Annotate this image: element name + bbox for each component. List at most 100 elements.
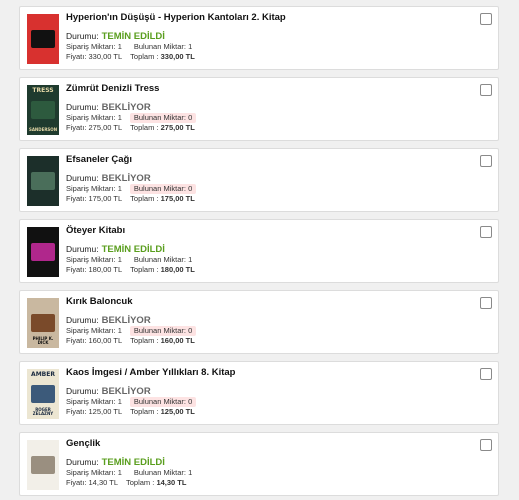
price-label: Fiyatı: bbox=[66, 478, 87, 487]
found-label: Bulunan Miktar: bbox=[133, 326, 186, 335]
price-value: 275,00 TL bbox=[88, 123, 123, 132]
total-value: 125,00 TL bbox=[160, 407, 195, 416]
book-title[interactable]: Öteyer Kitabı bbox=[66, 224, 468, 237]
order-item-info: Öteyer Kitabı Durumu: TEMİN EDİLDİ Sipariş … bbox=[66, 224, 468, 275]
status-line: Durumu: TEMİN EDİLDİ bbox=[66, 456, 468, 468]
book-cover-image: AMBER ROGER ZELAZNY bbox=[27, 369, 59, 419]
total-label: Toplam : bbox=[130, 265, 159, 274]
found-quantity-badge: Bulunan Miktar: 1 bbox=[130, 468, 196, 478]
status-label: Durumu: bbox=[66, 31, 99, 41]
status-line: Durumu: BEKLİYOR bbox=[66, 314, 468, 326]
total-label: Toplam : bbox=[130, 407, 159, 416]
status-line: Durumu: BEKLİYOR bbox=[66, 101, 468, 113]
order-item-card: PHILIP K. DICK Kırık Baloncuk Durumu: BEKLİ… bbox=[19, 290, 499, 354]
ordered-value: 1 bbox=[117, 113, 122, 122]
price-value: 180,00 TL bbox=[88, 265, 123, 274]
total-label: Toplam : bbox=[130, 336, 159, 345]
ordered-value: 1 bbox=[117, 468, 122, 477]
found-label: Bulunan Miktar: bbox=[133, 184, 186, 193]
select-item-checkbox[interactable] bbox=[480, 439, 492, 451]
found-value: 0 bbox=[188, 326, 193, 335]
select-item-checkbox[interactable] bbox=[480, 297, 492, 309]
order-items-list: Hyperion'ın Düşüşü - Hyperion Kantoları … bbox=[0, 0, 519, 500]
found-value: 0 bbox=[188, 397, 193, 406]
found-label: Bulunan Miktar: bbox=[133, 42, 186, 51]
select-item-checkbox[interactable] bbox=[480, 84, 492, 96]
book-title[interactable]: Efsaneler Çağı bbox=[66, 153, 468, 166]
ordered-label: Sipariş Miktarı: bbox=[66, 255, 116, 264]
book-cover-image bbox=[27, 156, 59, 206]
found-label: Bulunan Miktar: bbox=[133, 397, 186, 406]
book-cover-title-text: TRESS bbox=[32, 87, 54, 94]
ordered-value: 1 bbox=[117, 42, 122, 51]
found-value: 0 bbox=[188, 184, 193, 193]
order-item-info: Kaos İmgesi / Amber Yıllıkları 8. Kitap D… bbox=[66, 366, 468, 417]
quantity-row: Sipariş Miktarı: 1 Bulunan Miktar: 0 bbox=[66, 113, 468, 123]
quantity-row: Sipariş Miktarı: 1 Bulunan Miktar: 1 bbox=[66, 42, 468, 52]
price-label: Fiyatı: bbox=[66, 265, 87, 274]
book-cover-title-text: AMBER bbox=[31, 371, 55, 378]
found-value: 1 bbox=[188, 42, 193, 51]
price-row: Fiyatı: 125,00 TL Toplam : 125,00 TL bbox=[66, 407, 468, 417]
book-title[interactable]: Zümrüt Denizli Tress bbox=[66, 82, 468, 95]
status-value: TEMİN EDİLDİ bbox=[101, 457, 165, 468]
price-label: Fiyatı: bbox=[66, 336, 87, 345]
ordered-label: Sipariş Miktarı: bbox=[66, 42, 116, 51]
ordered-label: Sipariş Miktarı: bbox=[66, 397, 116, 406]
select-item-checkbox[interactable] bbox=[480, 13, 492, 25]
total-value: 275,00 TL bbox=[160, 123, 195, 132]
book-title[interactable]: Hyperion'ın Düşüşü - Hyperion Kantoları … bbox=[66, 11, 468, 24]
status-value: TEMİN EDİLDİ bbox=[101, 244, 165, 255]
book-title[interactable]: Kırık Baloncuk bbox=[66, 295, 468, 308]
found-label: Bulunan Miktar: bbox=[133, 113, 186, 122]
total-value: 160,00 TL bbox=[160, 336, 195, 345]
found-quantity-badge: Bulunan Miktar: 0 bbox=[129, 326, 197, 336]
total-label: Toplam : bbox=[130, 52, 159, 61]
select-item-checkbox[interactable] bbox=[480, 155, 492, 167]
order-item-card: AMBER ROGER ZELAZNY Kaos İmgesi / Amber Yı… bbox=[19, 361, 499, 425]
total-value: 330,00 TL bbox=[160, 52, 195, 61]
price-row: Fiyatı: 330,00 TL Toplam : 330,00 TL bbox=[66, 52, 468, 62]
book-cover-art bbox=[31, 101, 55, 119]
status-label: Durumu: bbox=[66, 457, 99, 467]
book-cover-art bbox=[31, 30, 55, 48]
order-item-info: Efsaneler Çağı Durumu: BEKLİYOR Sipariş Mik… bbox=[66, 153, 468, 204]
select-item-checkbox[interactable] bbox=[480, 226, 492, 238]
order-item-card: Hyperion'ın Düşüşü - Hyperion Kantoları … bbox=[19, 6, 499, 70]
status-value: TEMİN EDİLDİ bbox=[101, 31, 165, 42]
book-cover-image bbox=[27, 227, 59, 277]
select-item-checkbox[interactable] bbox=[480, 368, 492, 380]
book-cover-author-text: ROGER ZELAZNY bbox=[32, 407, 54, 416]
status-value: BEKLİYOR bbox=[101, 386, 151, 397]
book-cover-author-text: PHILIP K. DICK bbox=[32, 336, 54, 345]
found-quantity-badge: Bulunan Miktar: 0 bbox=[129, 397, 197, 407]
price-label: Fiyatı: bbox=[66, 194, 87, 203]
book-title[interactable]: Gençlik bbox=[66, 437, 468, 450]
status-value: BEKLİYOR bbox=[101, 315, 151, 326]
quantity-row: Sipariş Miktarı: 1 Bulunan Miktar: 1 bbox=[66, 255, 468, 265]
status-value: BEKLİYOR bbox=[101, 102, 151, 113]
found-value: 1 bbox=[188, 255, 193, 264]
ordered-label: Sipariş Miktarı: bbox=[66, 113, 116, 122]
status-label: Durumu: bbox=[66, 173, 99, 183]
price-row: Fiyatı: 175,00 TL Toplam : 175,00 TL bbox=[66, 194, 468, 204]
order-item-info: Kırık Baloncuk Durumu: BEKLİYOR Sipariş Mik… bbox=[66, 295, 468, 346]
price-value: 160,00 TL bbox=[88, 336, 123, 345]
status-line: Durumu: TEMİN EDİLDİ bbox=[66, 30, 468, 42]
ordered-value: 1 bbox=[117, 184, 122, 193]
found-quantity-badge: Bulunan Miktar: 1 bbox=[130, 255, 196, 265]
book-cover-art bbox=[31, 314, 55, 332]
price-value: 330,00 TL bbox=[88, 52, 123, 61]
book-cover-author-text: SANDERSON bbox=[28, 127, 58, 132]
ordered-label: Sipariş Miktarı: bbox=[66, 468, 116, 477]
order-item-info: Hyperion'ın Düşüşü - Hyperion Kantoları … bbox=[66, 11, 468, 62]
found-quantity-badge: Bulunan Miktar: 0 bbox=[129, 113, 197, 123]
ordered-value: 1 bbox=[117, 397, 122, 406]
order-item-card: Öteyer Kitabı Durumu: TEMİN EDİLDİ Sipariş … bbox=[19, 219, 499, 283]
status-label: Durumu: bbox=[66, 315, 99, 325]
found-label: Bulunan Miktar: bbox=[133, 468, 186, 477]
price-value: 175,00 TL bbox=[88, 194, 123, 203]
book-title[interactable]: Kaos İmgesi / Amber Yıllıkları 8. Kitap bbox=[66, 366, 468, 379]
book-cover-art bbox=[31, 172, 55, 190]
ordered-label: Sipariş Miktarı: bbox=[66, 184, 116, 193]
